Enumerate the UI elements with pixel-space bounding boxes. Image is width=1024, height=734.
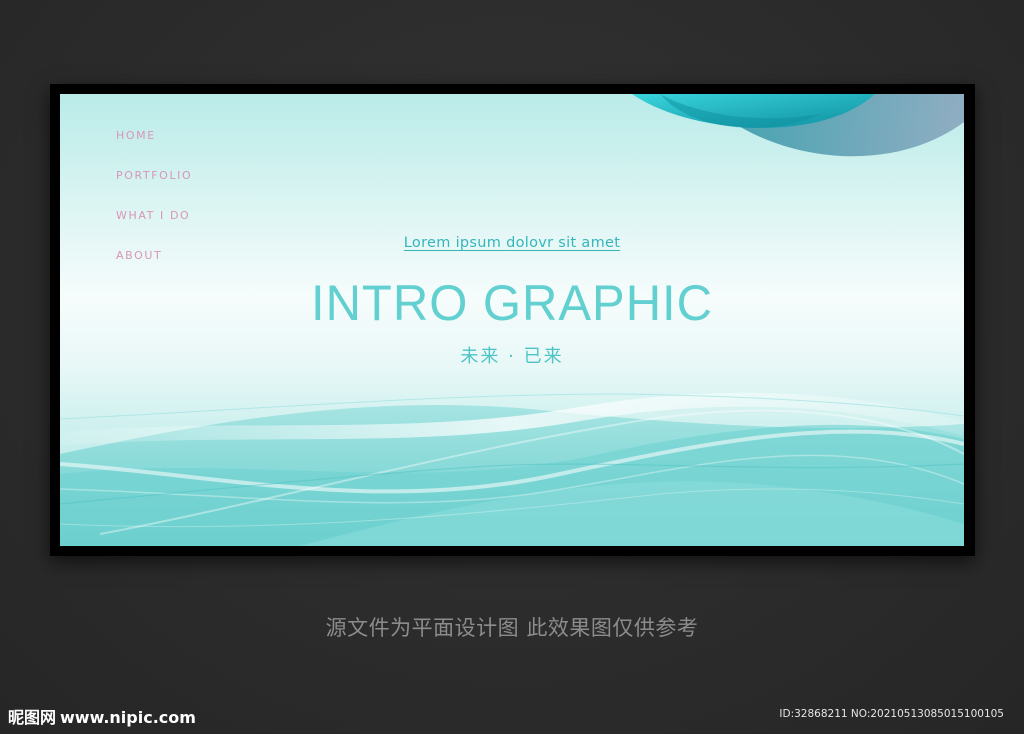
logo-url: www.nipic.com bbox=[60, 708, 196, 727]
watermark-bar: 昵图网 www.nipic.com ID:32868211 NO:20210513… bbox=[0, 694, 1024, 734]
website-screen: HOME PORTFOLIO WHAT I DO ABOUT Lorem ips… bbox=[60, 94, 964, 546]
hero-headline: INTRO GRAPHIC bbox=[310, 275, 714, 331]
image-id-label: ID:32868211 NO:20210513085015100105 bbox=[779, 708, 1004, 720]
site-logo: 昵图网 www.nipic.com bbox=[8, 704, 196, 728]
hero-subline: 未来 · 已来 bbox=[460, 346, 564, 367]
nav-item-home[interactable]: HOME bbox=[116, 128, 192, 168]
main-navigation: HOME PORTFOLIO WHAT I DO ABOUT bbox=[116, 128, 192, 288]
monitor-frame: HOME PORTFOLIO WHAT I DO ABOUT Lorem ips… bbox=[50, 84, 975, 556]
presentation-background: HOME PORTFOLIO WHAT I DO ABOUT Lorem ips… bbox=[0, 0, 1024, 734]
hero-tagline-link[interactable]: Lorem ipsum dolovr sit amet bbox=[60, 235, 964, 251]
logo-text: 昵图网 bbox=[8, 708, 57, 727]
nav-item-portfolio[interactable]: PORTFOLIO bbox=[116, 168, 192, 208]
preview-caption: 源文件为平面设计图 此效果图仅供参考 bbox=[325, 616, 699, 640]
